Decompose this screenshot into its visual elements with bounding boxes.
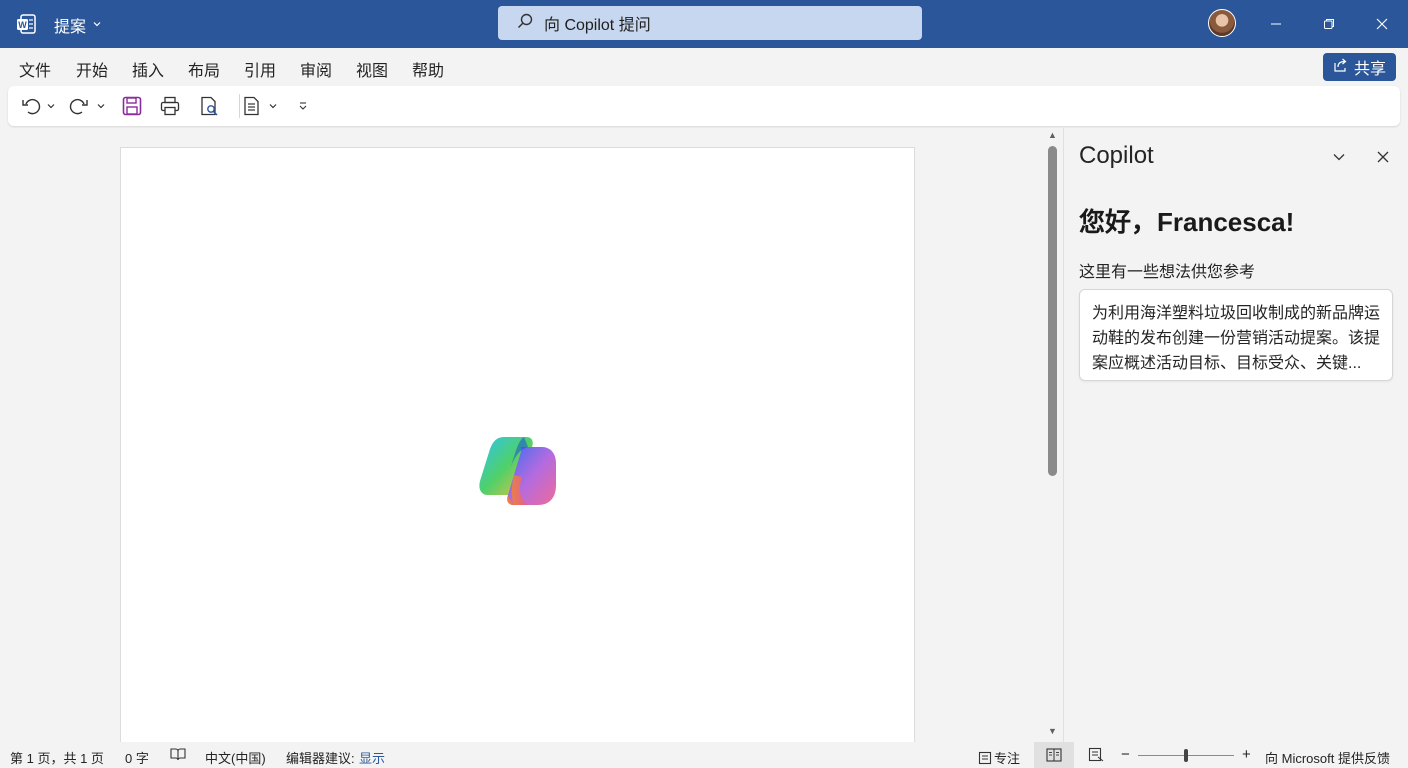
user-avatar[interactable] [1208, 9, 1236, 37]
copilot-pane-title: Copilot [1079, 142, 1154, 169]
copilot-logo-icon [476, 433, 560, 509]
editor-suggestions-label: 编辑器建议: [286, 751, 355, 766]
share-label: 共享 [1353, 61, 1386, 78]
toolbar-separator [239, 94, 240, 118]
language-status[interactable]: 中文(中国) [205, 748, 266, 767]
menu-layout[interactable]: 布局 [188, 57, 220, 81]
close-pane-icon[interactable] [1372, 146, 1394, 168]
focus-icon [978, 751, 992, 764]
page-count[interactable]: 第 1 页，共 1 页 [10, 748, 104, 767]
read-mode-view-button[interactable] [1034, 742, 1074, 768]
search-icon [516, 12, 534, 35]
prompt-suggestion-text: 为利用海洋塑料垃圾回收制成的新品牌运动鞋的发布创建一份营销活动提案。该提案应概述… [1092, 305, 1381, 372]
proofing-icon[interactable] [170, 747, 186, 764]
word-count[interactable]: 0 字 [125, 748, 149, 767]
prompt-suggestion-card[interactable]: 为利用海洋塑料垃圾回收制成的新品牌运动鞋的发布创建一份营销活动提案。该提案应概述… [1079, 289, 1393, 381]
save-icon[interactable] [121, 94, 143, 118]
scroll-down-icon[interactable]: ▼ [1048, 726, 1057, 736]
minimize-icon[interactable] [1262, 10, 1290, 38]
chevron-down-icon [92, 18, 102, 32]
undo-dropdown-icon[interactable] [46, 94, 56, 118]
focus-label: 专注 [994, 751, 1021, 766]
share-icon [1333, 57, 1349, 78]
document-page[interactable] [120, 147, 915, 742]
document-scrollbar[interactable]: ▲ ▼ [1044, 128, 1062, 742]
menu-view[interactable]: 视图 [356, 57, 388, 81]
read-mode-icon [1046, 748, 1062, 762]
scroll-up-icon[interactable]: ▲ [1048, 130, 1057, 140]
ideas-label: 这里有一些想法供您参考 [1079, 264, 1256, 281]
customize-toolbar-icon[interactable] [298, 94, 308, 118]
menu-review[interactable]: 审阅 [300, 57, 332, 81]
menu-home[interactable]: 开始 [76, 57, 108, 81]
close-icon[interactable] [1368, 10, 1396, 38]
share-button[interactable]: 共享 [1323, 53, 1396, 81]
copilot-greeting: 您好，Francesca! [1079, 207, 1295, 237]
svg-text:W: W [18, 20, 27, 30]
document-canvas [0, 128, 1044, 742]
status-bar: 第 1 页，共 1 页 0 字 中文(中国) 编辑器建议: 显示 专注 − + … [0, 742, 1408, 768]
zoom-slider-thumb[interactable] [1184, 749, 1188, 762]
print-icon[interactable] [159, 94, 181, 118]
copilot-pane: Copilot 您好，Francesca! 这里有一些想法供您参考 为利用海洋塑… [1063, 128, 1408, 742]
menu-file[interactable]: 文件 [19, 57, 51, 81]
redo-dropdown-icon[interactable] [96, 94, 106, 118]
restore-icon[interactable] [1315, 10, 1343, 38]
feedback-link[interactable]: 向 Microsoft 提供反馈 [1265, 748, 1390, 767]
menu-insert[interactable]: 插入 [132, 57, 164, 81]
quick-access-toolbar [8, 86, 1400, 126]
scrollbar-thumb[interactable] [1048, 146, 1057, 476]
zoom-out-button[interactable]: − [1121, 746, 1130, 763]
chevron-down-icon[interactable] [1328, 146, 1350, 168]
zoom-in-button[interactable]: + [1242, 746, 1251, 763]
print-preview-icon[interactable] [198, 94, 220, 118]
print-layout-view-icon[interactable] [1088, 747, 1104, 765]
menu-bar: 文件 开始 插入 布局 引用 审阅 视图 帮助 [0, 48, 1408, 86]
document-title-menu[interactable]: 提案 [54, 13, 102, 37]
document-view-icon[interactable] [241, 94, 263, 118]
document-title: 提案 [54, 19, 87, 36]
search-placeholder: 向 Copilot 提问 [544, 17, 651, 34]
menu-help[interactable]: 帮助 [412, 57, 444, 81]
menu-references[interactable]: 引用 [244, 57, 276, 81]
title-bar: W 提案 向 Copilot 提问 [0, 0, 1408, 48]
undo-icon[interactable] [20, 94, 42, 118]
document-view-dropdown-icon[interactable] [268, 94, 278, 118]
editor-suggestions-link[interactable]: 显示 [359, 748, 385, 767]
focus-mode-button[interactable]: 专注 [978, 748, 1020, 767]
word-app-icon: W [14, 12, 38, 36]
search-box[interactable]: 向 Copilot 提问 [498, 6, 922, 40]
redo-icon[interactable] [68, 94, 90, 118]
